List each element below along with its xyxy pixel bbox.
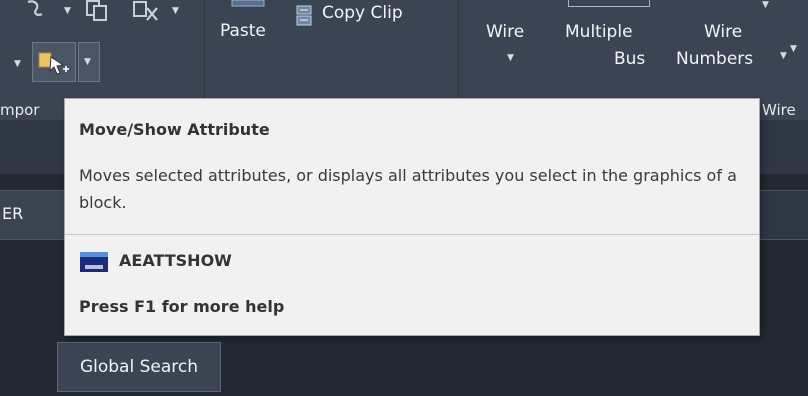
- copy-clip-button[interactable]: Copy Clip: [294, 0, 444, 34]
- wire-label: Wire: [486, 22, 525, 42]
- multiple-bus-icon: [568, 0, 650, 7]
- wire-numbers-button[interactable]: ▼ Wire Numbers ▼: [670, 0, 790, 96]
- delete-component-button[interactable]: [132, 0, 162, 24]
- prev-tool-dropdown[interactable]: ▼: [14, 59, 21, 69]
- wire-numbers-dropdown: ▼: [780, 51, 787, 61]
- insert-wires-panel-label: Wire: [762, 101, 796, 119]
- wire-button[interactable]: Wire ▼: [476, 0, 540, 86]
- copy-clip-icon: [296, 5, 312, 26]
- insert-component-button[interactable]: [24, 0, 48, 20]
- paste-button[interactable]: Paste: [218, 0, 280, 48]
- tooltip: Move/Show Attribute Moves selected attri…: [64, 98, 760, 336]
- clipboard-icon: [231, 0, 265, 7]
- wire-dropdown: ▼: [507, 53, 514, 63]
- multiple-bus-label-line2: Bus: [614, 49, 646, 69]
- multiple-bus-button[interactable]: Multiple Bus: [560, 0, 660, 96]
- multiple-bus-label-line1: Multiple: [565, 22, 633, 42]
- wire-numbers-label-line2: Numbers: [676, 49, 754, 69]
- tooltip-divider: [65, 234, 759, 235]
- tooltip-command: AEATTSHOW: [119, 251, 232, 270]
- insert-component-dropdown[interactable]: ▼: [64, 6, 71, 16]
- tooltip-description: Moves selected attributes, or displays a…: [79, 166, 737, 212]
- wire-numbers-top-dropdown: ▼: [762, 0, 769, 10]
- left-panel-header[interactable]: ER: [0, 190, 70, 240]
- move-show-attribute-dropdown: ▼: [84, 57, 91, 67]
- wire-numbers-label-line1: Wire: [704, 22, 743, 42]
- delete-component-icon: [133, 1, 158, 21]
- global-search-button[interactable]: Global Search: [57, 342, 221, 392]
- move-show-attribute-icon: [38, 52, 69, 75]
- move-show-attribute-button[interactable]: [32, 42, 76, 82]
- right-panel-header: [756, 190, 808, 240]
- paste-label: Paste: [220, 21, 266, 41]
- tooltip-help: Press F1 for more help: [79, 297, 285, 316]
- overflow-dropdown[interactable]: ▼: [790, 44, 797, 54]
- command-window-icon: [80, 252, 108, 272]
- move-show-attribute-dropdown-button[interactable]: ▼: [78, 42, 100, 82]
- insert-component-icon: [27, 0, 43, 16]
- copy-component-icon: [86, 0, 107, 21]
- delete-component-dropdown[interactable]: ▼: [172, 6, 179, 16]
- copy-clip-label: Copy Clip: [322, 3, 403, 23]
- copy-component-button[interactable]: [84, 0, 110, 22]
- components-panel-label: mpor: [0, 101, 40, 119]
- tooltip-title: Move/Show Attribute: [79, 120, 270, 139]
- left-panel-label: ER: [2, 204, 24, 223]
